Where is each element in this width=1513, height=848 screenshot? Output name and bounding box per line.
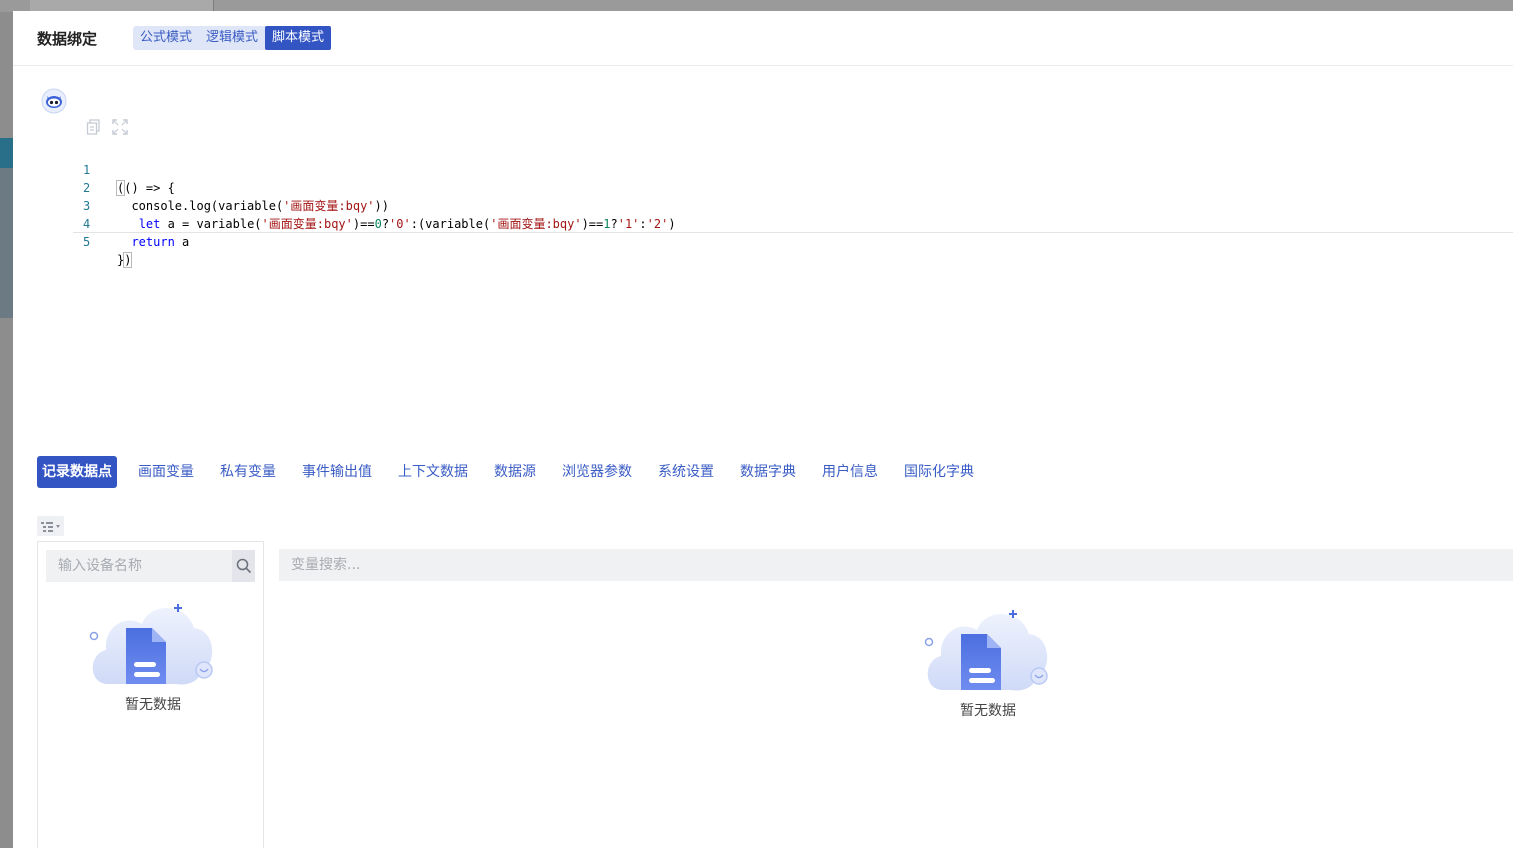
empty-state-text: 暂无数据 [125,697,181,713]
variable-search-input[interactable] [279,549,1513,581]
device-search-button[interactable] [232,550,255,582]
background-app-sidebar-block [0,168,13,318]
tab-datasource[interactable]: 数据源 [489,456,541,488]
variable-empty-state: 暂无数据 [921,594,1055,720]
device-search-input[interactable] [46,550,232,582]
device-tree-panel: 暂无数据 [37,541,264,848]
tab-context-data[interactable]: 上下文数据 [393,456,473,488]
mode-switch-group: 公式模式 逻辑模式 脚本模式 [133,26,332,50]
dialog-header: 数据绑定 公式模式 逻辑模式 脚本模式 [13,11,1513,66]
code-line: 4 return a [73,197,1513,249]
code-line: 1 (() => { [73,143,1513,196]
tab-record-datapoint[interactable]: 记录数据点 [37,456,117,488]
code-line: 2 console.log(variable('画面变量:bqy')) [73,161,1513,213]
device-empty-state: 暂无数据 [86,588,220,714]
tree-view-toggle-icon[interactable] [37,516,64,536]
tab-event-output[interactable]: 事件输出值 [297,456,377,488]
code-text: }) [117,252,133,268]
mode-script-button[interactable]: 脚本模式 [265,26,332,50]
ai-assistant-robot-icon[interactable] [41,88,67,114]
code-text: return a [131,235,190,249]
empty-state-text: 暂无数据 [960,703,1016,719]
tab-data-dictionary[interactable]: 数据字典 [735,456,801,488]
tab-user-info[interactable]: 用户信息 [817,456,883,488]
line-number: 5 [83,235,91,249]
tab-system-settings[interactable]: 系统设置 [653,456,719,488]
tab-screen-variable[interactable]: 画面变量 [133,456,199,488]
tab-browser-params[interactable]: 浏览器参数 [557,456,637,488]
tab-i18n-dictionary[interactable]: 国际化字典 [899,456,979,488]
background-app-tab [30,0,214,11]
tab-private-variable[interactable]: 私有变量 [215,456,281,488]
empty-data-illustration-icon [924,610,1048,691]
copy-icon[interactable] [85,118,103,136]
editor-toolbar [85,118,129,136]
dialog-title: 数据绑定 [37,30,98,48]
empty-data-illustration-icon [89,604,213,685]
data-source-tabs: 记录数据点 画面变量 私有变量 事件输出值 上下文数据 数据源 浏览器参数 系统… [37,456,995,488]
script-code-editor[interactable]: 1 (() => { 2 console.log(variable('画面变量:… [73,143,1513,268]
fullscreen-icon[interactable] [111,118,129,136]
search-icon [236,558,251,574]
mode-formula-button[interactable]: 公式模式 [133,26,199,50]
code-line: 3 let a = variable('画面变量:bqy')==0?'0':(v… [73,179,1513,231]
data-binding-dialog: 数据绑定 公式模式 逻辑模式 脚本模式 1 (() => {2 console… [13,11,1513,848]
mode-logic-button[interactable]: 逻辑模式 [199,26,265,50]
device-search-box [46,550,255,582]
code-line: 5 }) [73,215,1513,268]
background-app-sidebar-active [0,138,13,168]
